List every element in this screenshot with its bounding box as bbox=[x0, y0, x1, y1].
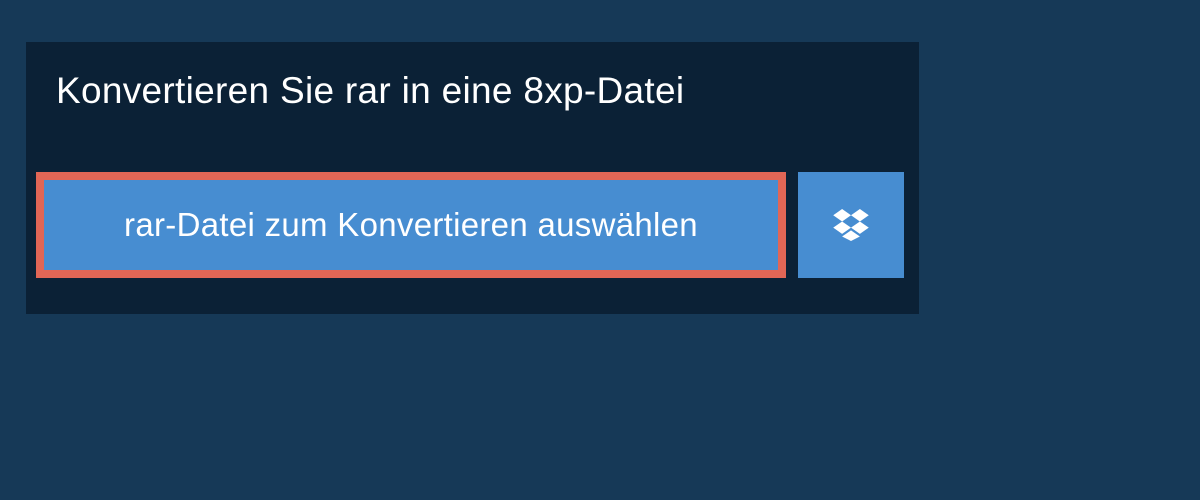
page-title: Konvertieren Sie rar in eine 8xp-Datei bbox=[56, 70, 738, 112]
dropbox-button[interactable] bbox=[798, 172, 904, 278]
dropbox-icon bbox=[833, 209, 869, 241]
select-file-label: rar-Datei zum Konvertieren auswählen bbox=[124, 206, 698, 244]
select-file-button[interactable]: rar-Datei zum Konvertieren auswählen bbox=[36, 172, 786, 278]
button-row: rar-Datei zum Konvertieren auswählen bbox=[26, 142, 919, 314]
header-bar: Konvertieren Sie rar in eine 8xp-Datei bbox=[26, 42, 768, 142]
converter-panel: Konvertieren Sie rar in eine 8xp-Datei r… bbox=[26, 42, 919, 314]
